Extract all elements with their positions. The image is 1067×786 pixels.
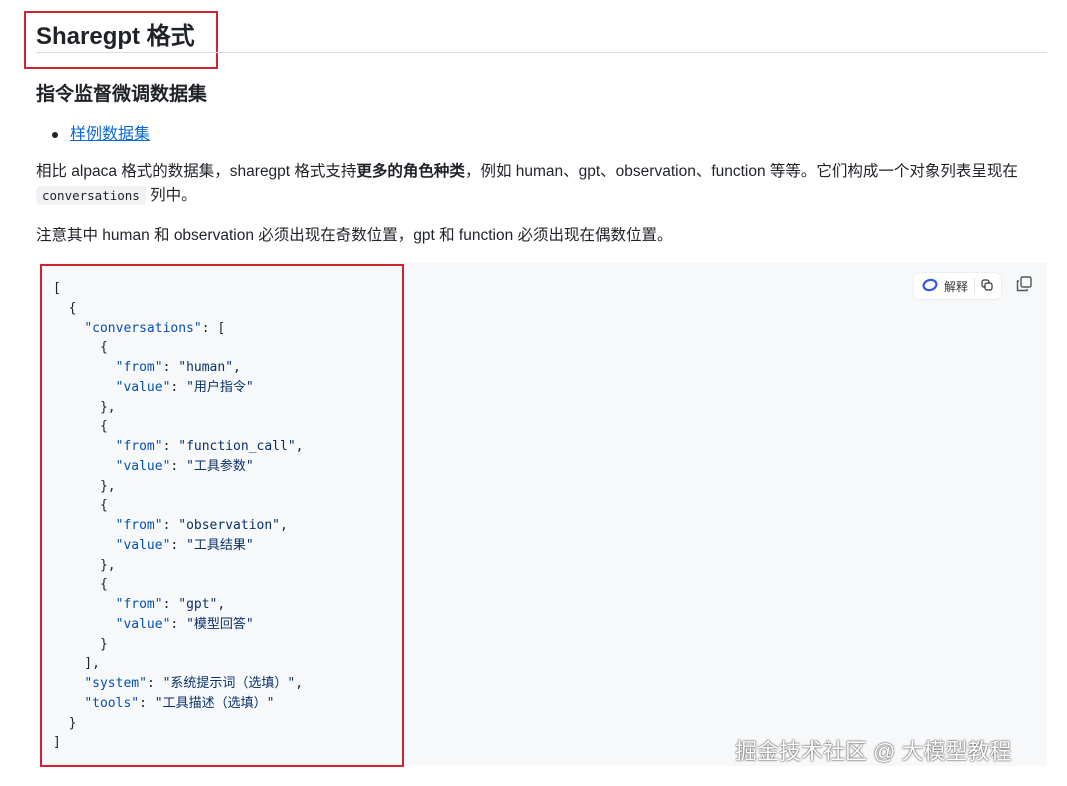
sample-dataset-link[interactable]: 样例数据集: [70, 126, 150, 143]
inline-code: conversations: [36, 186, 146, 205]
paragraph-1: 相比 alpaca 格式的数据集，sharegpt 格式支持更多的角色种类，例如…: [36, 160, 1046, 208]
section-heading: 指令监督微调数据集: [36, 79, 207, 106]
heading-divider: [36, 52, 1047, 53]
text: 列中。: [146, 187, 197, 204]
text: ，例如 human、gpt、observation、function 等等。它们…: [465, 163, 1018, 180]
divider: [974, 278, 975, 294]
code-toolbar: 解释: [914, 273, 1001, 299]
highlight-box-code: [40, 264, 404, 767]
paragraph-2: 注意其中 human 和 observation 必须出现在奇数位置，gpt 和…: [36, 224, 1046, 248]
watermark: 掘金技术社区 @ 大模型教程: [735, 734, 1012, 766]
list-item: 样例数据集: [52, 120, 150, 144]
copy-code-icon[interactable]: [1015, 275, 1033, 298]
highlight-box-heading: [24, 11, 218, 69]
bullet: [52, 132, 58, 138]
bold-text: 更多的角色种类: [356, 163, 465, 180]
explain-button[interactable]: 解释: [944, 278, 968, 295]
text: 相比 alpaca 格式的数据集，sharegpt 格式支持: [36, 163, 356, 180]
copy-icon[interactable]: [981, 279, 993, 294]
ai-logo-icon: [922, 278, 938, 295]
